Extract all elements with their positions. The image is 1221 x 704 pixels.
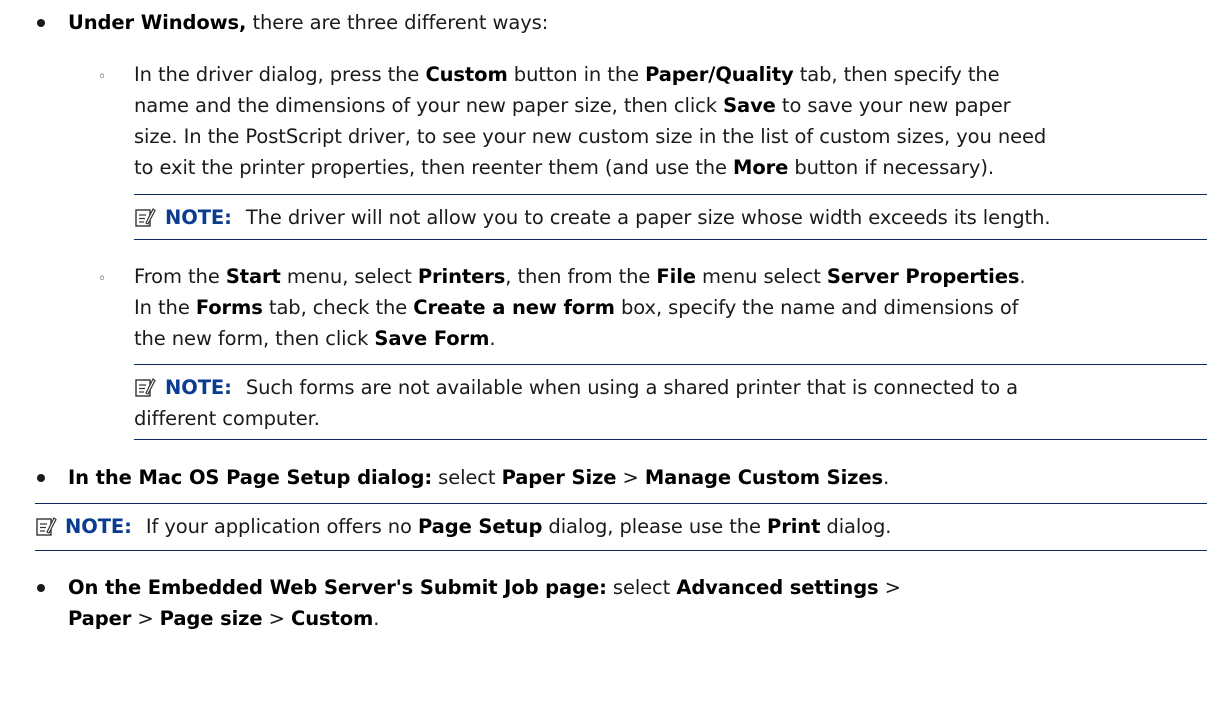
text-run: . [883, 466, 890, 489]
note-pencil-icon [135, 378, 156, 397]
text-run: Paper/Quality [645, 63, 794, 86]
text-run: menu select [695, 265, 827, 288]
note-label: NOTE: [165, 376, 232, 399]
text-run: Custom [290, 607, 374, 630]
note-2-line-1: NOTE: Such forms are not available when u… [165, 372, 1018, 403]
text-run: On the Embedded Web Server's Submit Job … [68, 576, 607, 599]
text-run: > [878, 576, 901, 599]
custom-size-paragraph-line-1: In the driver dialog, press the Custom b… [134, 59, 1000, 90]
text-run: If your application offers no [145, 515, 418, 538]
text-run: Server Properties [826, 265, 1020, 288]
text-run: Forms [195, 296, 263, 319]
sub-bullet-icon: ◦ [98, 271, 107, 287]
text-run: there are three different ways: [246, 11, 549, 34]
text-run: Advanced settings [676, 576, 879, 599]
bullet-dot [37, 584, 45, 592]
note-rule-top [35, 503, 1207, 504]
note-rule-bottom [35, 550, 1207, 551]
note-2-line-2: different computer. [134, 403, 320, 434]
text-run: Such forms are not available when using … [245, 376, 1018, 399]
text-run: Save Form [374, 327, 490, 350]
text-run: dialog, please use the [542, 515, 768, 538]
text-run: In the Mac OS Page Setup dialog: [68, 466, 433, 489]
text-run: Paper Size [501, 466, 617, 489]
note-label: NOTE: [65, 515, 132, 538]
text-run: button if necessary). [788, 156, 994, 179]
note-pencil-icon [135, 208, 156, 227]
text-run: Print [767, 515, 821, 538]
text-run: Page Setup [417, 515, 543, 538]
text-run: , then from the [505, 265, 657, 288]
text-run: In the driver dialog, press the [134, 63, 426, 86]
text-run: . [373, 607, 380, 630]
text-run: name and the dimensions of your new pape… [134, 94, 724, 117]
text-run: Under Windows, [68, 11, 247, 34]
text-run: size. In the PostScript driver, to see y… [134, 125, 1047, 148]
text-run: different computer. [134, 407, 320, 430]
text-run: > [616, 466, 645, 489]
note-label: NOTE: [165, 206, 232, 229]
text-run: button in the [507, 63, 646, 86]
server-properties-line-2: In the Forms tab, check the Create a new… [134, 292, 1019, 323]
custom-size-paragraph-line-2: name and the dimensions of your new pape… [134, 90, 1011, 121]
mac-os-item: In the Mac OS Page Setup dialog: select … [68, 462, 889, 493]
windows-heading: Under Windows, there are three different… [68, 7, 548, 38]
text-run: Printers [417, 265, 506, 288]
note-rule-bottom [134, 439, 1207, 440]
text-run: . [1019, 265, 1026, 288]
custom-size-paragraph-line-3: size. In the PostScript driver, to see y… [134, 121, 1046, 152]
text-run: menu, select [280, 265, 418, 288]
ews-item-line-1: On the Embedded Web Server's Submit Job … [68, 572, 901, 603]
note-pencil-icon [36, 517, 57, 536]
text-run: select [606, 576, 677, 599]
bullet-dot [37, 19, 45, 27]
text-run: tab, then specify the [793, 63, 1000, 86]
bullet-dot [37, 474, 45, 482]
note-rule-top [134, 364, 1207, 365]
text-run: > [131, 607, 160, 630]
text-run: . [489, 327, 496, 350]
text-run: Manage Custom Sizes [644, 466, 884, 489]
text-run: Save [723, 94, 776, 117]
text-run: to save your new paper [775, 94, 1011, 117]
custom-size-paragraph-line-4: to exit the printer properties, then ree… [134, 152, 994, 183]
text-run: box, specify the name and dimensions of [614, 296, 1019, 319]
text-run: dialog. [820, 515, 892, 538]
text-run: More [733, 156, 789, 179]
ews-item-line-2: Paper > Page size > Custom. [68, 603, 379, 634]
text-run: > [262, 607, 291, 630]
text-run: to exit the printer properties, then ree… [134, 156, 734, 179]
note-3: NOTE: If your application offers no Page … [65, 511, 891, 542]
note-rule-bottom [134, 239, 1207, 240]
text-run: The driver will not allow you to create … [245, 206, 1051, 229]
sub-bullet-icon: ◦ [98, 69, 107, 85]
note-rule-top [134, 194, 1207, 195]
server-properties-line-3: the new form, then click Save Form. [134, 323, 496, 354]
text-run: From the [134, 265, 226, 288]
text-run: Page size [159, 607, 263, 630]
text-run: Paper [68, 607, 132, 630]
note-1: NOTE: The driver will not allow you to cr… [165, 202, 1051, 233]
text-run: the new form, then click [134, 327, 375, 350]
text-run: Custom [425, 63, 508, 86]
text-run: tab, check the [262, 296, 414, 319]
server-properties-line-1: From the Start menu, select Printers, th… [134, 261, 1026, 292]
text-run: select [432, 466, 502, 489]
text-run: In the [134, 296, 196, 319]
text-run: File [656, 265, 696, 288]
text-run: Start [225, 265, 281, 288]
text-run: Create a new form [413, 296, 615, 319]
